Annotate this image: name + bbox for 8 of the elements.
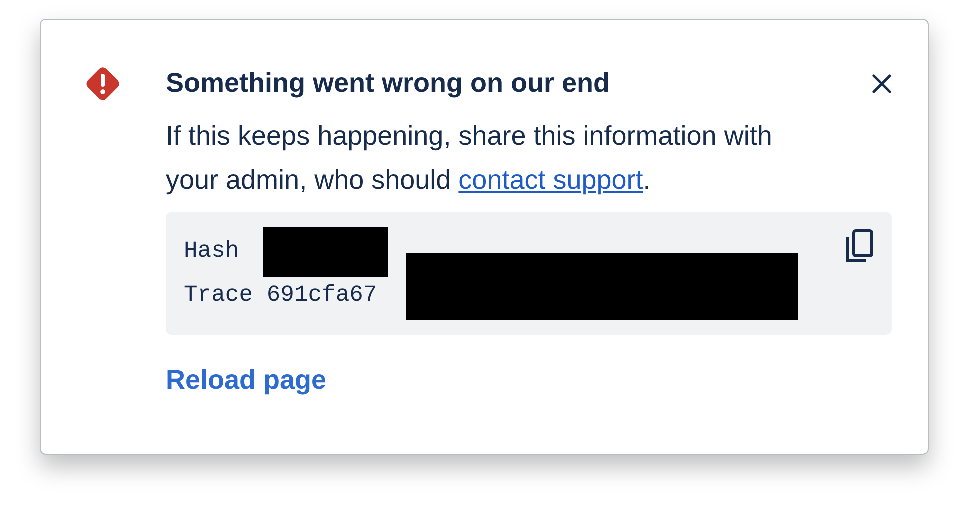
copy-icon bbox=[845, 228, 875, 264]
support-link[interactable]: contact support bbox=[458, 165, 644, 195]
detail-line: Trace 691cfa67 bbox=[184, 281, 378, 310]
detail-line: Hash bbox=[184, 237, 240, 266]
close-icon bbox=[871, 73, 893, 95]
dialog-title: Something went wrong on our end bbox=[166, 67, 610, 100]
error-message: If this keeps happening, share this information with your admin, who should contact support. bbox=[166, 120, 774, 197]
reload-link[interactable]: Reload page bbox=[166, 362, 327, 398]
